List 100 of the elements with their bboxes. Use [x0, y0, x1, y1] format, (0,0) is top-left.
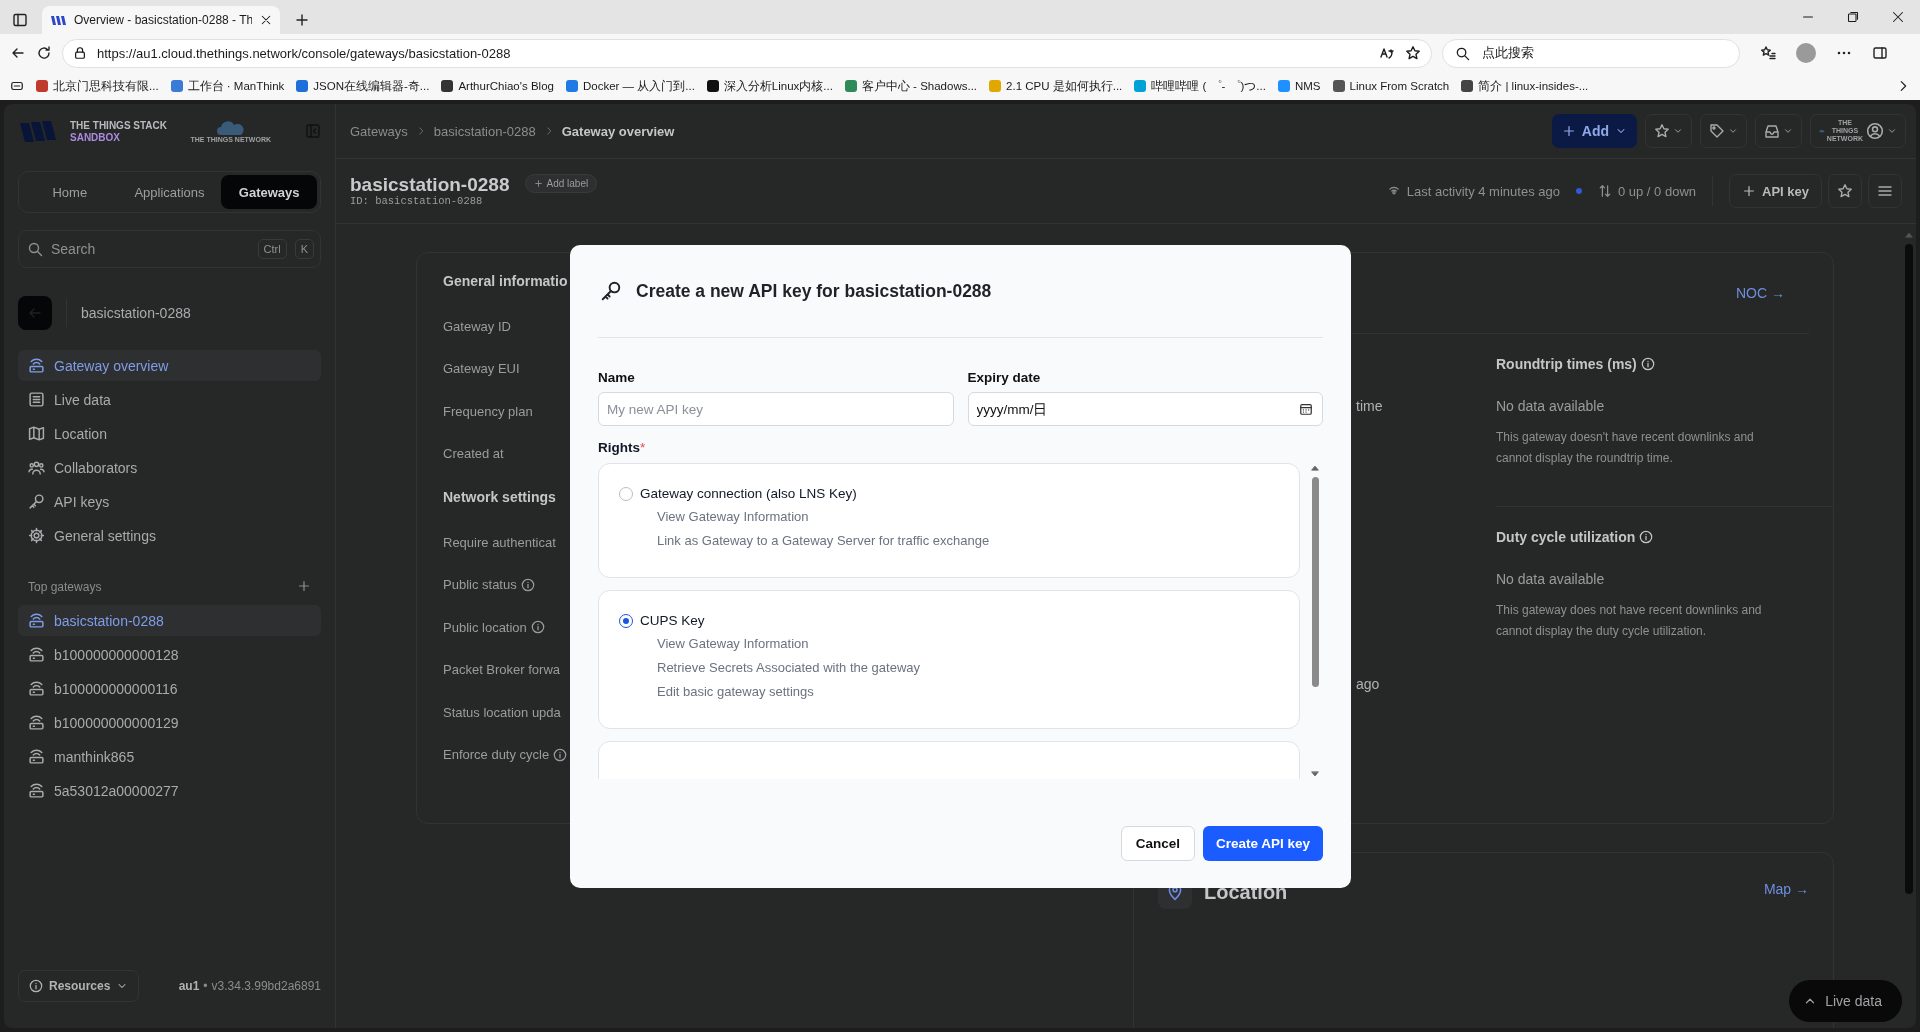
- info-icon: [1640, 357, 1655, 371]
- add-button[interactable]: Add: [1551, 114, 1637, 148]
- star-button[interactable]: [1828, 174, 1862, 208]
- bookmark[interactable]: 哔哩哔哩 ( ゜- ゜)つ...: [1134, 78, 1266, 94]
- bookmark[interactable]: ArthurChiao's Blog: [441, 80, 554, 92]
- gateway-item[interactable]: basicstation-0288: [18, 605, 321, 636]
- search-icon: [1455, 45, 1470, 61]
- reload-icon: [36, 45, 52, 61]
- bookmark[interactable]: 2.1 CPU 是如何执行...: [989, 78, 1123, 94]
- live-data-button[interactable]: Live data: [1789, 980, 1902, 1022]
- sidebar-item[interactable]: Collaborators: [18, 452, 321, 483]
- option-title: CUPS Key: [640, 613, 705, 628]
- sidebar-item[interactable]: General settings: [18, 520, 321, 551]
- bookmark[interactable]: Linux From Scratch: [1332, 80, 1450, 92]
- search-field[interactable]: 点此搜索: [1442, 38, 1740, 68]
- bookmark-icon: [1332, 80, 1345, 92]
- gateway-item[interactable]: b100000000000128: [18, 639, 321, 670]
- date-field[interactable]: yyyy/mm/日: [967, 392, 1323, 426]
- cancel-button[interactable]: Cancel: [1120, 826, 1195, 861]
- key-icon: [600, 280, 622, 302]
- nav-tab[interactable]: Home: [22, 175, 118, 209]
- sidebar-item[interactable]: Live data: [18, 384, 321, 415]
- reload-button[interactable]: [36, 45, 52, 61]
- browser-tab[interactable]: Overview - basicstation-0288 - Th: [42, 6, 280, 34]
- nav-tab[interactable]: Applications: [121, 175, 218, 209]
- option-title: Gateway connection (also LNS Key): [640, 486, 857, 501]
- gateway-item[interactable]: b100000000000116: [18, 673, 321, 704]
- traffic-count: 0 up / 0 down: [1617, 183, 1696, 199]
- info-icon: [520, 577, 535, 592]
- bookmark[interactable]: 深入分析Linux内核...: [706, 78, 833, 94]
- bookmark[interactable]: 北京门思科技有限...: [36, 78, 159, 94]
- create-button[interactable]: Create API key: [1202, 826, 1323, 861]
- bookmark[interactable]: NMS: [1277, 80, 1321, 92]
- tag-icon: [1709, 123, 1725, 139]
- option-card[interactable]: CUPS Key View Gateway Information Retrieve Secrets Associated with the gateway Edit basic gateway settings: [598, 590, 1300, 729]
- bookmark-icon: [706, 80, 719, 92]
- add-label-button[interactable]: Add label: [525, 174, 598, 193]
- router-icon: [28, 714, 45, 731]
- sidebar-item[interactable]: API keys: [18, 486, 321, 517]
- field-label: Enforce duty cycle: [443, 747, 550, 763]
- search-icon: [27, 241, 43, 257]
- address-bar[interactable]: https://au1.cloud.thethings.network/console/gateways/basicstation-0288: [62, 38, 1432, 68]
- router-icon: [28, 748, 45, 765]
- bookmark-icon: [565, 80, 578, 92]
- plus-icon: [1561, 124, 1576, 138]
- search-field[interactable]: Search Ctrl K: [18, 230, 321, 268]
- gateway-id: ID: basicstation-0288: [350, 195, 484, 207]
- field-label: Packet Broker forwa: [443, 662, 561, 678]
- scroll-down-icon: [1310, 769, 1320, 779]
- breadcrumb[interactable]: basicstation-0288: [433, 123, 536, 139]
- gateway-item[interactable]: manthink865: [18, 741, 321, 772]
- noc-link[interactable]: NOC →: [1736, 285, 1785, 301]
- gateway-item[interactable]: 5a53012a00000277: [18, 775, 321, 806]
- gateway-item[interactable]: b100000000000129: [18, 707, 321, 738]
- bookmark[interactable]: 客户中心 - Shadows...: [844, 78, 978, 94]
- version-label: v3.34.3.99bd2a6891: [211, 979, 321, 993]
- menu-button[interactable]: [1868, 174, 1902, 208]
- name-field[interactable]: My new API key: [598, 392, 954, 426]
- card-title: Location: [1204, 880, 1288, 904]
- profile-avatar[interactable]: [1796, 43, 1816, 63]
- plus-icon: [534, 179, 544, 188]
- bookmark-icon: [844, 80, 857, 92]
- key-icon: [28, 493, 45, 510]
- stat-note: This gateway does not have recent downlinks and cannot display the duty cycle utilization.: [1496, 602, 1763, 640]
- breadcrumb[interactable]: Gateways: [350, 123, 408, 139]
- field-label: Name: [598, 370, 636, 385]
- map-link[interactable]: Map →: [1763, 881, 1809, 897]
- bookmark[interactable]: Docker — 从入门到...: [565, 78, 695, 94]
- nav-tab[interactable]: Gateways: [221, 175, 317, 209]
- inbox-icon: [1764, 123, 1780, 139]
- info-icon: [530, 620, 545, 635]
- bookmarks-dropdown[interactable]: [1645, 114, 1692, 148]
- field-label: Status location upda: [443, 704, 561, 720]
- calendar-icon: [1299, 402, 1313, 416]
- info-icon: [1639, 530, 1654, 544]
- sidebar-item[interactable]: Location: [18, 418, 321, 449]
- tags-dropdown[interactable]: [1700, 114, 1747, 148]
- lock-icon: [73, 46, 87, 60]
- chevron-down-icon: [1887, 126, 1897, 136]
- notifications-dropdown[interactable]: [1755, 114, 1802, 148]
- bookmark-icon: [296, 80, 309, 92]
- radio-button[interactable]: [619, 613, 633, 628]
- radio-button[interactable]: [619, 486, 633, 501]
- option-card[interactable]: Gateway connection (also LNS Key) View Gateway Information Link as Gateway to a Gateway Server for traffic exchange: [598, 463, 1300, 578]
- sidebar-item[interactable]: Gateway overview: [18, 350, 321, 381]
- bookmark[interactable]: JSON在线编辑器-奇...: [296, 78, 430, 94]
- plus-icon: [1742, 184, 1756, 198]
- section-heading: General informatio: [443, 273, 568, 291]
- breadcrumb: Gateway overview: [561, 123, 675, 139]
- translate-icon: [1379, 45, 1395, 61]
- resources-button[interactable]: Resources: [18, 970, 140, 1002]
- field-label: Gateway ID: [443, 318, 511, 334]
- bookmark[interactable]: 工作台 · ManThink: [170, 78, 285, 94]
- api-key-button[interactable]: API key: [1729, 174, 1822, 208]
- stat-note: This gateway doesn't have recent downlinks and cannot display the roundtrip time.: [1496, 429, 1755, 467]
- bookmark[interactable]: 简介 | linux-insides-...: [1461, 78, 1589, 94]
- field-label: Created at: [443, 446, 504, 462]
- router-icon: [28, 612, 45, 629]
- bookmark-icon: [170, 80, 183, 92]
- section-label: Top gateways: [28, 580, 102, 594]
